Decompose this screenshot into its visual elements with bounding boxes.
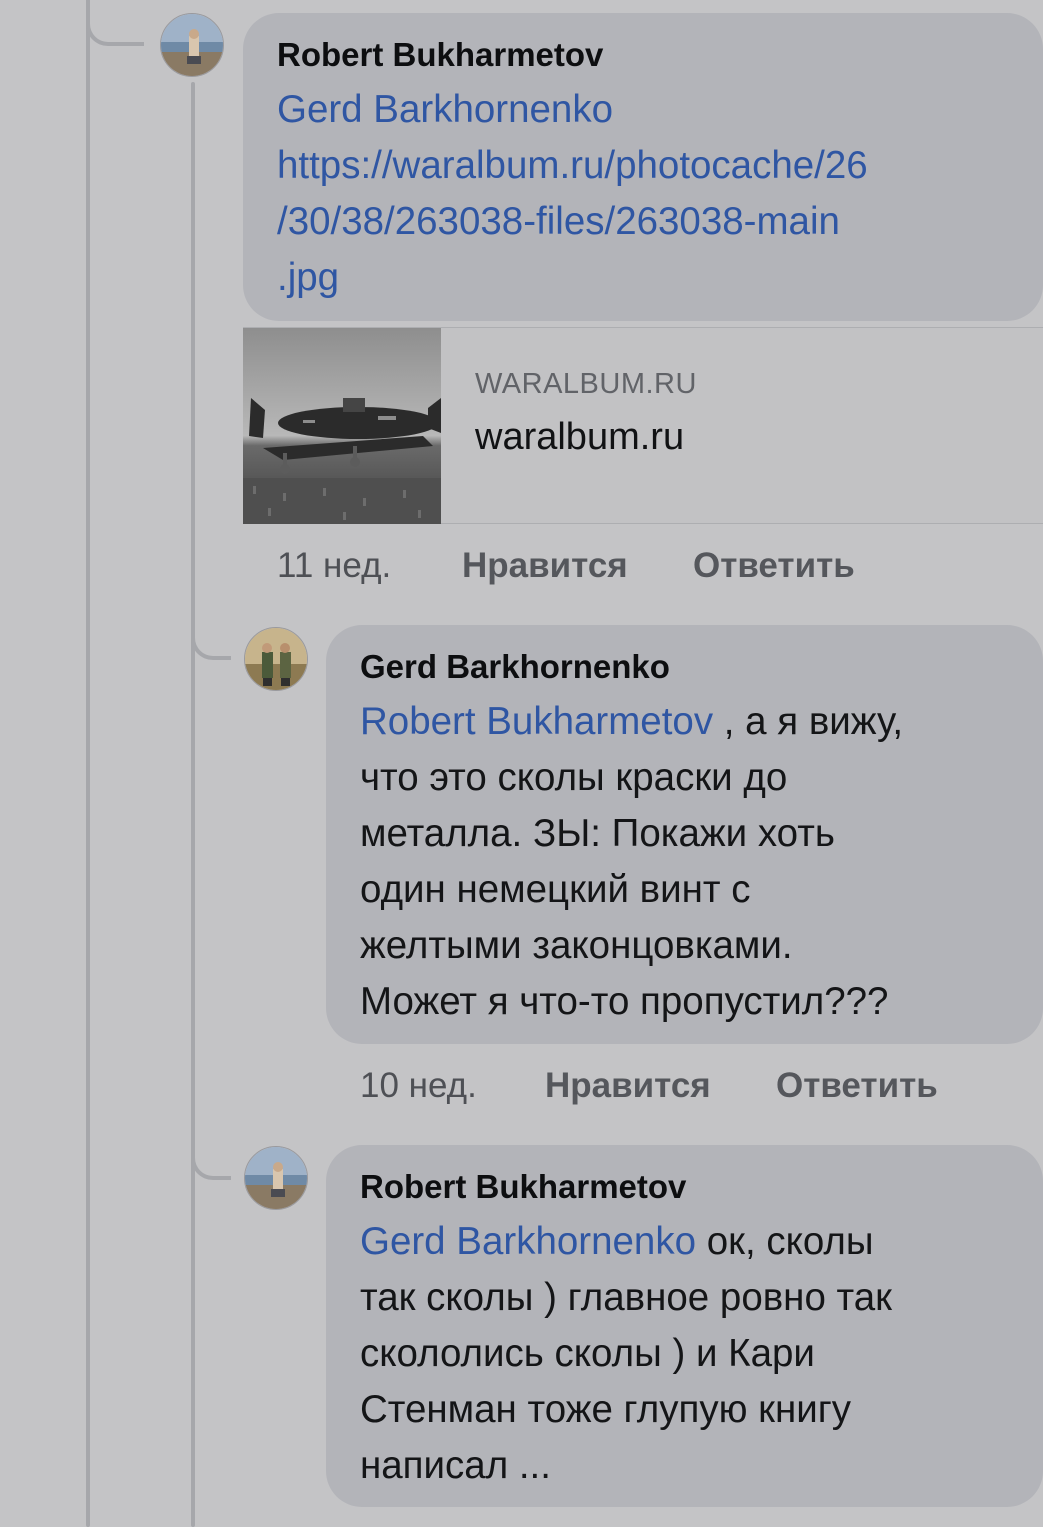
comment-text-line: Может я что-то пропустил??? — [360, 980, 889, 1023]
url-link[interactable]: https://waralbum.ru/photocache/26 — [277, 138, 868, 194]
mention-link[interactable]: Gerd Barkhornenko — [277, 88, 613, 131]
mention-link[interactable]: Gerd Barkhornenko — [360, 1220, 696, 1263]
comment-text-line: скололись сколы ) и Кари — [360, 1332, 815, 1375]
comment-text-line: так сколы ) главное ровно так — [360, 1276, 893, 1319]
url-link[interactable]: .jpg — [277, 250, 868, 306]
comment-author[interactable]: Gerd Barkhornenko — [360, 648, 670, 686]
user-photo-icon — [245, 628, 307, 690]
avatar[interactable] — [244, 627, 308, 691]
like-button[interactable]: Нравится — [462, 546, 628, 586]
comment-text-segment: ок, сколы — [696, 1220, 874, 1263]
comment-timestamp[interactable]: 11 нед. — [277, 546, 391, 585]
comment-timestamp[interactable]: 10 нед. — [360, 1066, 477, 1105]
like-button[interactable]: Нравится — [545, 1066, 711, 1106]
thread-connector — [86, 0, 144, 46]
aircraft-photo-icon — [243, 328, 441, 524]
preview-domain: WARALBUM.RU — [475, 368, 697, 400]
user-photo-icon — [245, 1147, 307, 1209]
mention-link[interactable]: Robert Bukharmetov — [360, 700, 713, 743]
avatar[interactable] — [160, 13, 224, 77]
comment-actions: 11 нед. Нравится Ответить — [277, 546, 855, 586]
link-preview-card[interactable]: WARALBUM.RU waralbum.ru — [243, 327, 1043, 524]
comment-text: Gerd Barkhornenko https://waralbum.ru/ph… — [277, 82, 868, 306]
comment-text-line: что это сколы краски до — [360, 756, 788, 799]
user-photo-icon — [161, 14, 223, 76]
preview-title[interactable]: waralbum.ru — [475, 416, 684, 459]
comment-text-line: металла. ЗЫ: Покажи хоть — [360, 812, 835, 855]
comment-text-line: желтыми законцовками. — [360, 924, 793, 967]
comment-text-line: один немецкий винт с — [360, 868, 751, 911]
comment-text-line: написал ... — [360, 1444, 551, 1487]
reply-button[interactable]: Ответить — [776, 1066, 938, 1106]
thread-line-outer — [86, 0, 90, 1527]
comment-author[interactable]: Robert Bukharmetov — [277, 36, 603, 74]
comment-text: Robert Bukharmetov , а я вижу, что это с… — [360, 694, 903, 1030]
comment-text-line: Стенман тоже глупую книгу — [360, 1388, 852, 1431]
thread-connector — [191, 1110, 231, 1180]
thread-line-inner — [191, 82, 195, 1527]
avatar[interactable] — [244, 1146, 308, 1210]
comment-actions: 10 нед. Нравится Ответить — [360, 1066, 938, 1106]
url-link[interactable]: /30/38/263038-files/263038-main — [277, 194, 868, 250]
comment-text-segment: , а я вижу, — [713, 700, 904, 743]
comment-text: Gerd Barkhornenko ок, сколы так сколы ) … — [360, 1214, 892, 1494]
reply-button[interactable]: Ответить — [693, 546, 855, 586]
thread-connector — [191, 590, 231, 660]
comment-author[interactable]: Robert Bukharmetov — [360, 1168, 686, 1206]
preview-image[interactable] — [243, 328, 441, 524]
